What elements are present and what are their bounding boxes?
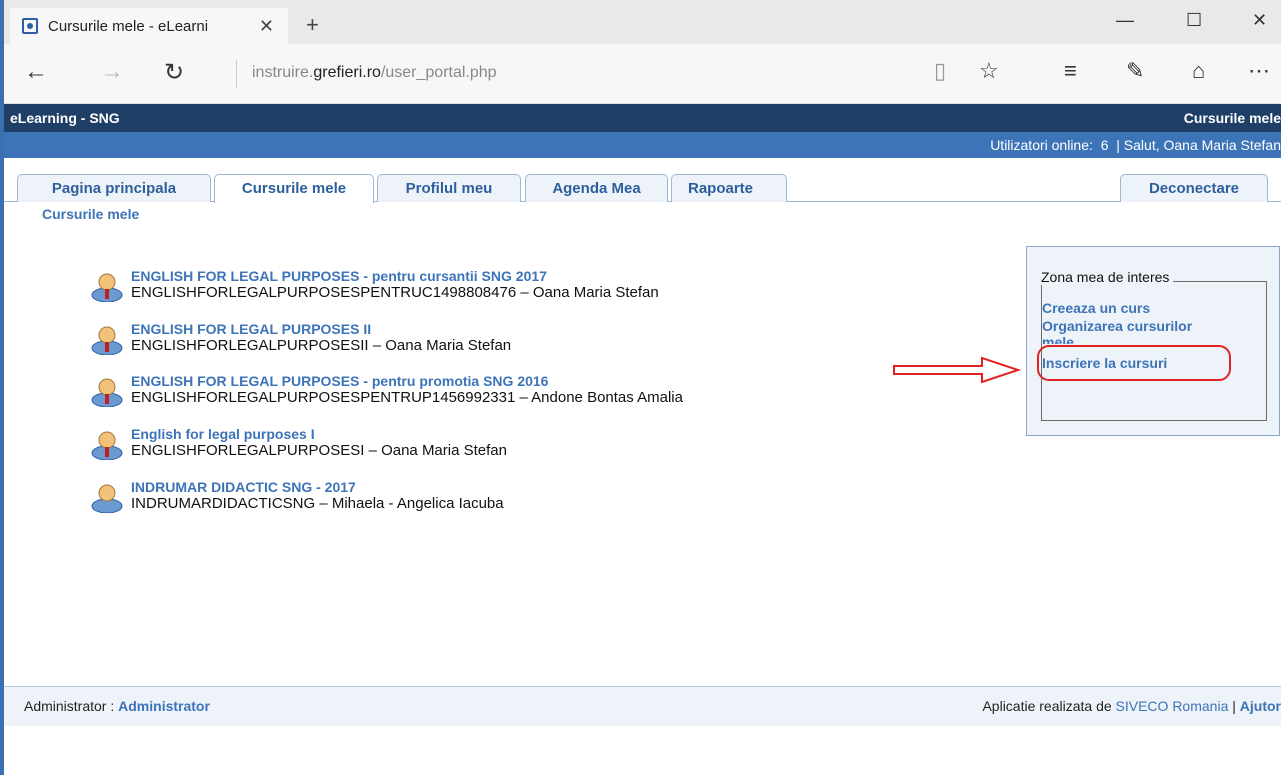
organize-courses-link[interactable]: Organizarea cursurilor — [1042, 318, 1192, 334]
app-name: eLearning - SNG — [10, 110, 120, 126]
course-title-link[interactable]: ENGLISH FOR LEGAL PURPOSES - pentru prom… — [131, 373, 548, 389]
online-count: 6 — [1100, 137, 1109, 153]
site-subheader: Utilizatori online: 6 | Salut, Oana Mari… — [4, 132, 1281, 158]
course-code-owner: ENGLISHFORLEGALPURPOSESPENTRUP1456992331… — [131, 389, 683, 406]
favorite-star-icon[interactable]: ☆ — [979, 58, 999, 84]
tab-pagina-principala[interactable]: Pagina principala — [17, 174, 211, 202]
maximize-icon[interactable]: ☐ — [1186, 10, 1202, 31]
browser-tab[interactable]: Cursurile mele - eLearni ✕ — [10, 8, 288, 44]
course-code-owner: INDRUMARDIDACTICSNG – Mihaela - Angelica… — [131, 495, 504, 512]
help-link[interactable]: Ajutor — [1240, 698, 1281, 714]
main-navigation: Pagina principala Cursurile mele Profilu… — [4, 172, 1281, 203]
refresh-icon[interactable]: ↻ — [164, 58, 184, 87]
web-note-icon[interactable]: ✎ — [1126, 58, 1144, 84]
share-icon[interactable]: ⌂ — [1192, 58, 1205, 84]
annotation-arrow-icon — [893, 356, 1022, 384]
window-close-icon[interactable]: ✕ — [1252, 10, 1267, 31]
tab-cursurile-mele[interactable]: Cursurile mele — [214, 174, 374, 203]
browser-tab-title: Cursurile mele - eLearni — [48, 17, 209, 35]
create-course-link[interactable]: Creeaza un curs — [1042, 300, 1150, 316]
site-header: eLearning - SNG Cursurile mele — [4, 104, 1281, 132]
address-separator — [236, 60, 237, 88]
reading-view-icon[interactable]: ▯ — [934, 58, 946, 84]
interest-legend: Zona mea de interes — [1037, 269, 1174, 285]
url-field[interactable]: instruire.grefieri.ro/user_portal.php — [252, 64, 497, 82]
page-footer: Administrator : Administrator Aplicatie … — [4, 686, 1281, 726]
course-title-link[interactable]: English for legal purposes I — [131, 426, 315, 442]
course-title-link[interactable]: INDRUMAR DIDACTIC SNG - 2017 — [131, 479, 356, 495]
siveco-link[interactable]: SIVECO Romania — [1116, 698, 1229, 714]
greeting: | Salut, Oana Maria Stefan — [1116, 137, 1281, 153]
tab-agenda-mea[interactable]: Agenda Mea — [525, 174, 668, 202]
minimize-icon[interactable]: — — [1116, 10, 1134, 31]
online-users: Utilizatori online: 6 | Salut, Oana Mari… — [990, 137, 1281, 153]
course-code-owner: ENGLISHFORLEGALPURPOSESPENTRUC1498808476… — [131, 284, 659, 301]
logout-button[interactable]: Deconectare — [1120, 174, 1268, 202]
student-icon — [91, 484, 123, 513]
tab-rapoarte[interactable]: Rapoarte — [671, 174, 787, 202]
admin-link[interactable]: Administrator — [118, 698, 210, 714]
tab-profilul-meu[interactable]: Profilul meu — [377, 174, 521, 202]
browser-tab-strip: Cursurile mele - eLearni ✕ + — ☐ ✕ — [4, 0, 1281, 44]
teacher-icon — [91, 273, 123, 302]
teacher-icon — [91, 431, 123, 460]
close-tab-icon[interactable]: ✕ — [259, 16, 274, 37]
annotation-highlight — [1037, 345, 1231, 381]
back-arrow-icon[interactable]: ← — [24, 58, 48, 86]
hub-icon[interactable]: ≡ — [1064, 58, 1077, 84]
footer-admin: Administrator : Administrator — [24, 698, 210, 714]
footer-credit: Aplicatie realizata de SIVECO Romania | … — [982, 698, 1281, 714]
course-code-owner: ENGLISHFORLEGALPURPOSESI – Oana Maria St… — [131, 442, 507, 459]
course-code-owner: ENGLISHFORLEGALPURPOSESII – Oana Maria S… — [131, 337, 512, 354]
forward-arrow-icon[interactable]: → — [100, 58, 124, 86]
course-title-link[interactable]: ENGLISH FOR LEGAL PURPOSES - pentru curs… — [131, 268, 547, 284]
course-title-link[interactable]: ENGLISH FOR LEGAL PURPOSES II — [131, 321, 371, 337]
new-tab-icon[interactable]: + — [306, 12, 319, 38]
more-options-icon[interactable]: ⋯ — [1248, 58, 1270, 84]
organize-courses-link-cont[interactable]: mele — [1042, 334, 1074, 344]
teacher-icon — [91, 326, 123, 355]
site-favicon-icon — [22, 18, 38, 34]
teacher-icon — [91, 378, 123, 407]
breadcrumb[interactable]: Cursurile mele — [42, 206, 139, 222]
browser-address-bar: ← → ↻ instruire.grefieri.ro/user_portal.… — [4, 44, 1281, 104]
section-title: Cursurile mele — [1183, 110, 1281, 126]
